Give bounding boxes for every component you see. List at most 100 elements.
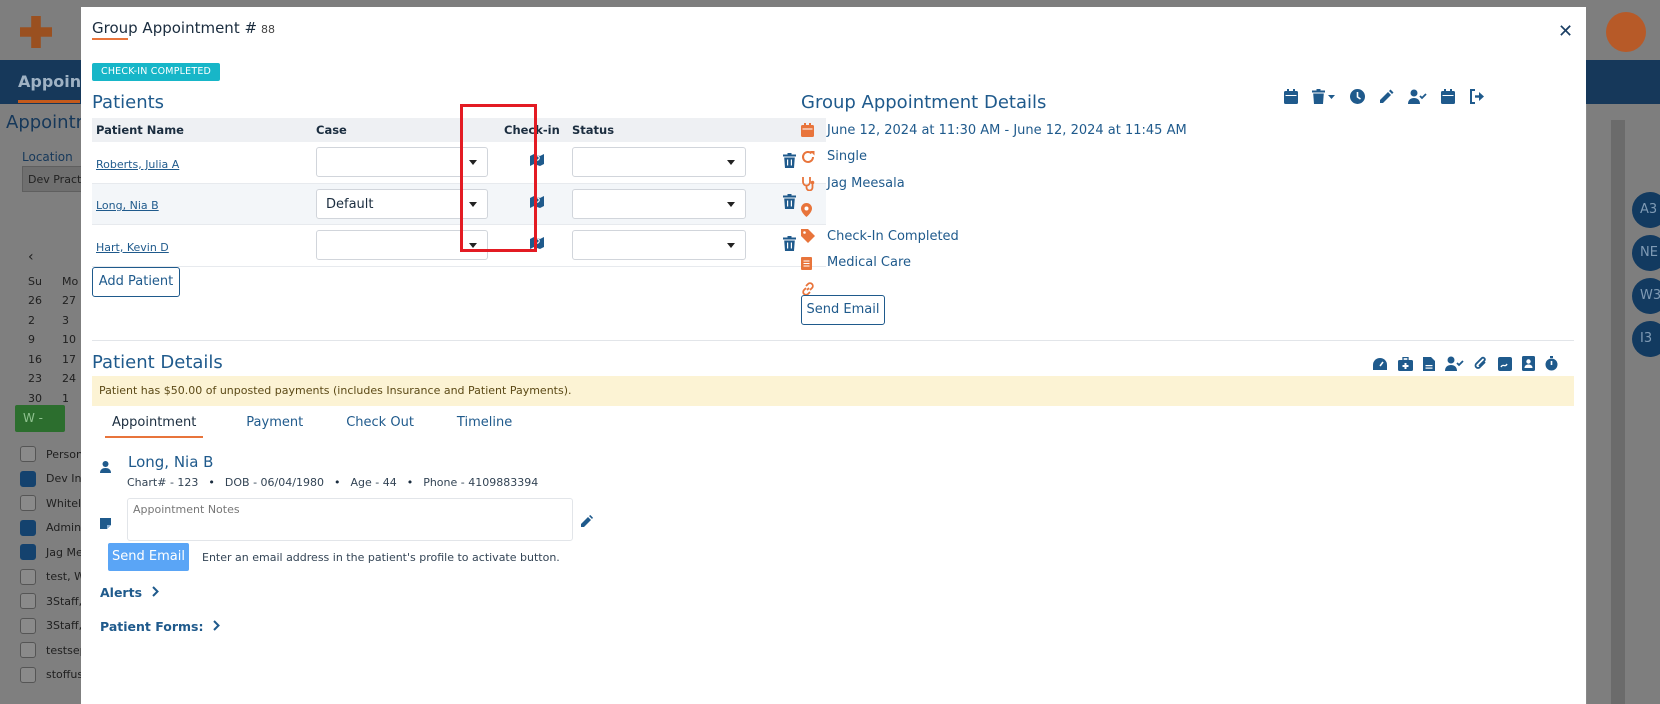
patient-link[interactable]: Hart, Kevin D	[96, 241, 169, 254]
trash-icon[interactable]	[783, 235, 796, 255]
provider-item[interactable]: 3Staff,	[20, 589, 90, 614]
checkbox[interactable]	[20, 519, 36, 536]
nav-active-indicator	[18, 100, 80, 103]
user-icon	[100, 458, 111, 477]
stethoscope-icon	[801, 176, 827, 191]
send-email-disabled-button[interactable]: Send Email	[108, 543, 189, 571]
table-row: Long, Nia B Default	[92, 183, 826, 225]
patient-link[interactable]: Roberts, Julia A	[96, 158, 179, 171]
appointment-notes-input[interactable]: Appointment Notes	[127, 498, 573, 541]
user-badge[interactable]: NE	[1632, 235, 1660, 271]
check-in-highlight	[460, 104, 537, 252]
patient-toolbar	[1372, 356, 1558, 371]
scrollbar[interactable]	[1611, 120, 1625, 704]
pencil-icon[interactable]	[1379, 89, 1394, 104]
calendar-day[interactable]: 3	[62, 311, 82, 331]
patient-chart: Chart# - 123	[127, 476, 199, 489]
trash-icon[interactable]	[783, 194, 796, 213]
tab-payment[interactable]: Payment	[246, 415, 303, 438]
patient-tabs: Appointment Payment Check Out Timeline	[105, 415, 555, 438]
calendar-icon[interactable]	[1284, 89, 1298, 104]
file-invoice-icon[interactable]	[1423, 356, 1435, 371]
email-hint: Enter an email address in the patient's …	[202, 551, 560, 564]
close-icon[interactable]: ✕	[1558, 21, 1573, 42]
calendar-prev-icon[interactable]: ‹	[28, 248, 82, 268]
user-badge[interactable]: A3	[1632, 192, 1660, 228]
calendar-week: 9 10	[28, 330, 82, 350]
checkbox[interactable]	[20, 470, 36, 487]
checkbox[interactable]	[20, 568, 36, 585]
checkbox[interactable]	[20, 593, 36, 610]
calendar-day[interactable]: 26	[28, 291, 48, 311]
address-book-icon[interactable]	[1522, 356, 1535, 371]
provider-item[interactable]: Admin,	[20, 516, 90, 541]
status-badge: CHECK-IN COMPLETED	[92, 63, 221, 81]
user-avatar[interactable]	[1606, 12, 1646, 52]
clipboard-icon	[801, 256, 827, 270]
checkbox[interactable]	[20, 666, 36, 683]
patient-phone: Phone - 4109883394	[423, 476, 539, 489]
detail-provider-text: Jag Meesala	[827, 175, 905, 191]
calendar-day[interactable]: 23	[28, 369, 48, 389]
user-check-icon[interactable]	[1408, 89, 1427, 104]
calendar-week: 23 24	[28, 369, 82, 389]
calendar-day[interactable]: 24	[62, 369, 82, 389]
provider-item[interactable]: Dev Int	[20, 467, 90, 492]
detail-provider: Jag Meesala	[801, 170, 1187, 197]
provider-item[interactable]: 3Staff,	[20, 614, 90, 639]
view-dropdown-button[interactable]: W -	[15, 405, 65, 432]
patient-forms-toggle[interactable]: Patient Forms:	[100, 619, 221, 634]
provider-label: Person	[46, 447, 83, 461]
status-select[interactable]	[572, 230, 746, 261]
provider-item[interactable]: testsep	[20, 638, 90, 663]
tab-appointment[interactable]: Appointment	[105, 415, 204, 438]
checkbox[interactable]	[20, 544, 36, 561]
edit-notes-icon[interactable]	[580, 513, 593, 532]
alerts-toggle[interactable]: Alerts	[100, 585, 159, 600]
sign-out-icon[interactable]	[1469, 89, 1485, 104]
calendar-day[interactable]: 17	[62, 350, 82, 370]
calendar-day[interactable]: 27	[62, 291, 82, 311]
dashboard-icon[interactable]	[1372, 357, 1388, 371]
provider-item[interactable]: Person	[20, 442, 90, 467]
tab-timeline[interactable]: Timeline	[457, 415, 512, 438]
briefcase-medical-icon[interactable]	[1398, 356, 1413, 371]
modal-title: Group Appointment #88	[92, 19, 275, 37]
tab-check-out[interactable]: Check Out	[346, 415, 414, 438]
checkbox[interactable]	[20, 446, 36, 463]
trash-icon[interactable]	[783, 152, 796, 172]
calendar-day[interactable]: 9	[28, 330, 48, 350]
column-header: Patient Name	[96, 123, 184, 137]
provider-item[interactable]: Whitele	[20, 491, 90, 516]
calendar-day[interactable]: 2	[28, 311, 48, 331]
location-select[interactable]: Dev Practic	[22, 166, 82, 192]
checkbox[interactable]	[20, 642, 36, 659]
calendar-day[interactable]: 10	[62, 330, 82, 350]
provider-item[interactable]: test, W	[20, 565, 90, 590]
checkbox[interactable]	[20, 617, 36, 634]
patient-link[interactable]: Long, Nia B	[96, 199, 159, 212]
user-badge[interactable]: W3	[1632, 278, 1660, 314]
user-badge[interactable]: I3	[1632, 321, 1660, 357]
provider-item[interactable]: Jag Me	[20, 540, 90, 565]
calendar-day[interactable]: 16	[28, 350, 48, 370]
status-select[interactable]	[572, 147, 746, 178]
clock-icon[interactable]	[1350, 89, 1365, 104]
redo-icon	[801, 150, 827, 164]
provider-item[interactable]: stoffuse	[20, 663, 90, 688]
send-email-button[interactable]: Send Email	[801, 295, 885, 325]
trash-dropdown-icon[interactable]	[1312, 89, 1336, 104]
table-header: Patient Name Case Check-in Status	[92, 118, 826, 142]
calendar-day[interactable]: 1	[62, 389, 82, 409]
detail-status: Check-In Completed	[801, 223, 1187, 250]
checkbox[interactable]	[20, 495, 36, 512]
paperclip-icon[interactable]	[1474, 356, 1488, 371]
status-select[interactable]	[572, 188, 746, 219]
stopwatch-icon[interactable]	[1545, 356, 1558, 371]
nav-item-appointments[interactable]: Appoint	[18, 72, 89, 91]
signature-icon[interactable]	[1498, 356, 1512, 371]
user-check-icon[interactable]	[1445, 356, 1464, 371]
add-patient-button[interactable]: Add Patient	[92, 267, 180, 297]
calendar-alt-icon[interactable]	[1441, 89, 1455, 104]
patient-age: Age - 44	[350, 476, 397, 489]
